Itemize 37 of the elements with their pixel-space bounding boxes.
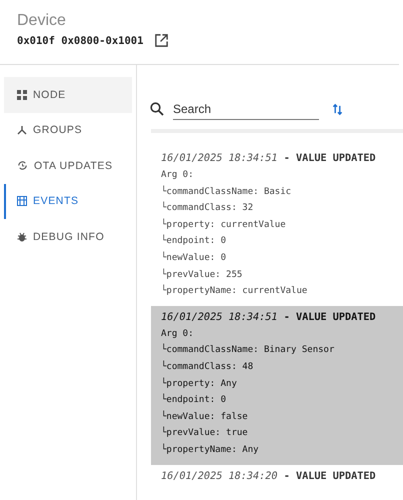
arg-label: Arg 0: — [161, 169, 195, 182]
event-title: 16/01/2025 18:34:20 - VALUE UPDATED — [161, 470, 377, 484]
event-card[interactable]: 16/01/2025 18:34:51 - VALUE UPDATED Arg 0: └commandClassName: Binary Sensor └commandClass: 48 └property: Any └endpoint: 0 └newValue: false └prevValue: true └propertyName: Any — [151, 306, 403, 464]
nav-item[interactable]: OTA UPDATES — [4, 148, 132, 184]
device-id: 0x010f 0x0800-0x1001 — [17, 34, 144, 46]
nav-item[interactable]: EVENTS — [4, 184, 132, 219]
event-property: └commandClassName: Binary Sensor — [161, 342, 336, 358]
event-property: └endpoint: 0 — [161, 392, 228, 408]
event-property: └commandClass: 32 — [161, 200, 254, 216]
nav-item[interactable]: NODE — [4, 77, 132, 112]
event-card[interactable]: 16/01/2025 18:34:20 - VALUE UPDATED — [151, 464, 403, 490]
bug-icon — [17, 232, 27, 242]
grid-icon — [17, 90, 27, 100]
event-property: └newValue: 0 — [161, 250, 228, 265]
event-property: └commandClass: 48 — [161, 360, 254, 374]
event-property: └property: Any — [161, 376, 238, 391]
event-property: └endpoint: 0 — [161, 234, 228, 248]
event-title: 16/01/2025 18:34:51 - VALUE UPDATED — [161, 310, 377, 325]
event-property: └prevValue: 255 — [161, 268, 244, 282]
event-card[interactable]: 16/01/2025 18:34:51 - VALUE UPDATED Arg 0: └commandClassName: Basic └commandClass: 32 └property: currentValue └endpoint: 0 └newValue: 0 └prevValue: 255 └propertyName: currentValue — [151, 147, 403, 306]
event-property: └commandClassName: Basic — [161, 184, 292, 199]
nav-item[interactable]: GROUPS — [4, 112, 132, 148]
device-title: Device — [17, 11, 67, 31]
sort-icon[interactable] — [332, 102, 343, 116]
nav-item[interactable]: DEBUG INFO — [4, 219, 132, 254]
event-property: └newValue: false — [161, 410, 249, 424]
event-property: └property: currentValue — [161, 218, 287, 232]
event-property: └propertyName: Any — [161, 442, 260, 457]
event-title: 16/01/2025 18:34:51 - VALUE UPDATED — [161, 152, 377, 166]
list-icon — [17, 196, 27, 206]
event-property: └prevValue: true — [161, 426, 249, 440]
external-link-icon[interactable] — [154, 33, 170, 48]
update-icon — [17, 160, 28, 172]
arg-label: Arg 0: — [161, 328, 195, 341]
fork-icon — [17, 125, 27, 136]
search-icon — [150, 102, 164, 116]
event-property: └propertyName: currentValue — [161, 284, 308, 298]
